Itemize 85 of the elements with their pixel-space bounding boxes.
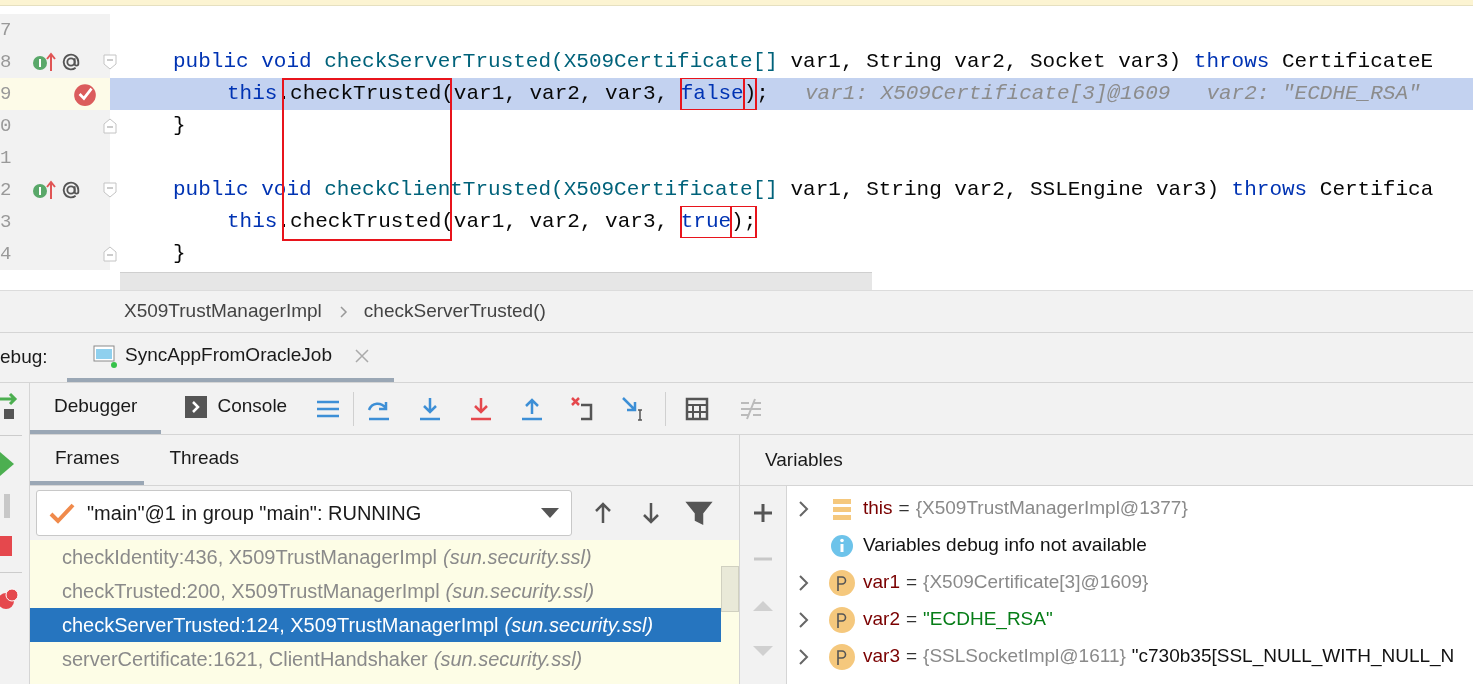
code-keyword: true	[680, 206, 732, 238]
thread-dropdown[interactable]: "main"@1 in group "main": RUNNING	[36, 490, 572, 536]
code-keyword: public	[173, 177, 250, 204]
resume-icon[interactable]	[0, 450, 16, 478]
field-icon	[831, 497, 853, 520]
application-window-icon	[91, 342, 117, 369]
expand-chevron-icon[interactable]	[798, 499, 810, 518]
line-number: 0	[0, 113, 13, 139]
expand-chevron-icon[interactable]	[798, 610, 810, 629]
expand-chevron-icon[interactable]	[798, 573, 810, 592]
equals-sign: =	[898, 496, 910, 521]
line-number: 7	[0, 17, 13, 43]
panel-tab[interactable]: Frames	[30, 435, 145, 485]
session-tab[interactable]: SyncAppFromOracleJob	[67, 333, 394, 382]
equals-sign: =	[905, 607, 918, 632]
line-number: 9	[0, 81, 13, 107]
fold-marker-icon[interactable]	[102, 181, 118, 199]
toolbar-tab[interactable]: Console	[161, 383, 312, 434]
stack-frame-row[interactable]: checkServerTrusted:124, X509TrustManagerImpl (sun.security.ssl)	[30, 608, 721, 642]
expand-chevron-icon[interactable]	[798, 647, 810, 666]
checkmark-icon	[49, 502, 75, 524]
scrollbar-thumb[interactable]	[721, 566, 739, 612]
code-text: var1, String var2, Socket var3)	[790, 49, 1183, 76]
code-keyword: this	[227, 209, 278, 236]
code-keyword: this	[227, 81, 278, 108]
variable-name: var2	[863, 607, 900, 632]
line-number: 3	[0, 209, 13, 235]
stop-icon[interactable]	[0, 534, 14, 558]
variable-value: "ECDHE_RSA"	[923, 607, 1053, 632]
implements-up-icon[interactable]	[32, 50, 58, 74]
breadcrumb-item[interactable]: X509TrustManagerImpl	[124, 297, 322, 326]
line-number: 1	[0, 145, 13, 171]
breadcrumb-item[interactable]: checkServerTrusted()	[363, 297, 546, 326]
parameter-icon	[829, 569, 855, 596]
inline-value-hint: var1: X509Certificate[3]@1609	[804, 81, 1171, 108]
code-text: }	[173, 241, 186, 268]
variable-string-value: "c730b35[SSL_NULL_WITH_NULL_N	[1131, 644, 1455, 669]
variable-name: var3	[863, 644, 900, 669]
fold-marker-icon[interactable]	[102, 245, 118, 263]
panel-title: Variables	[765, 447, 843, 472]
close-icon[interactable]	[353, 347, 370, 364]
code-text: }	[173, 113, 186, 140]
code-keyword: throws	[1193, 49, 1271, 76]
variable-value: {X509Certificate[3]@1609}	[923, 570, 1149, 595]
panel-label: ebug:	[0, 345, 49, 370]
parameter-icon	[829, 643, 855, 670]
fold-marker-icon[interactable]	[102, 53, 118, 71]
chevron-right-icon	[337, 304, 348, 319]
fold-marker-icon[interactable]	[102, 117, 118, 135]
info-icon	[830, 533, 854, 558]
variable-value: {SSLSocketImpl@1611}	[923, 644, 1126, 669]
caret-down-icon	[541, 508, 559, 518]
inline-value-hint: var2: "ECDHE_RSA"	[1206, 81, 1421, 108]
parameter-icon	[829, 606, 855, 633]
code-text: CertificateE	[1282, 49, 1434, 76]
panel-tab[interactable]: Threads	[144, 435, 265, 485]
line-number: 8	[0, 49, 13, 75]
line-number: 2	[0, 177, 13, 203]
thread-name: "main"@1 in group "main": RUNNING	[87, 501, 423, 526]
code-text: ;	[756, 81, 769, 108]
equals-sign: =	[905, 644, 918, 669]
line-number: 4	[0, 241, 13, 267]
rerun-icon[interactable]	[0, 391, 20, 421]
variable-value: {X509TrustManagerImpl@1377}	[915, 496, 1188, 521]
code-keyword: false	[680, 78, 744, 110]
code-keyword: void	[261, 49, 313, 76]
code-text: var1, String var2, SSLEngine var3)	[790, 177, 1220, 204]
at-sign-icon[interactable]	[60, 51, 82, 73]
code-text: );	[731, 206, 757, 238]
console-icon	[185, 395, 208, 418]
code-text: Certifica	[1319, 177, 1434, 204]
horizontal-scrollbar[interactable]	[120, 272, 872, 290]
variable-name: var1	[863, 570, 900, 595]
breakpoint-check-icon[interactable]	[72, 81, 98, 107]
code-text: )	[743, 78, 757, 110]
variable-name: this	[863, 496, 893, 521]
code-keyword: throws	[1231, 177, 1309, 204]
equals-sign: =	[905, 570, 918, 595]
at-sign-icon[interactable]	[60, 179, 82, 201]
implements-up-icon[interactable]	[32, 178, 58, 202]
code-keyword: public	[173, 49, 250, 76]
code-text: checkServerTrusted(X509Certificate[]	[324, 49, 779, 76]
breakpoints-icon[interactable]	[0, 587, 20, 611]
toolbar-tab[interactable]: Debugger	[30, 383, 162, 434]
info-message: Variables debug info not available	[863, 533, 1147, 558]
